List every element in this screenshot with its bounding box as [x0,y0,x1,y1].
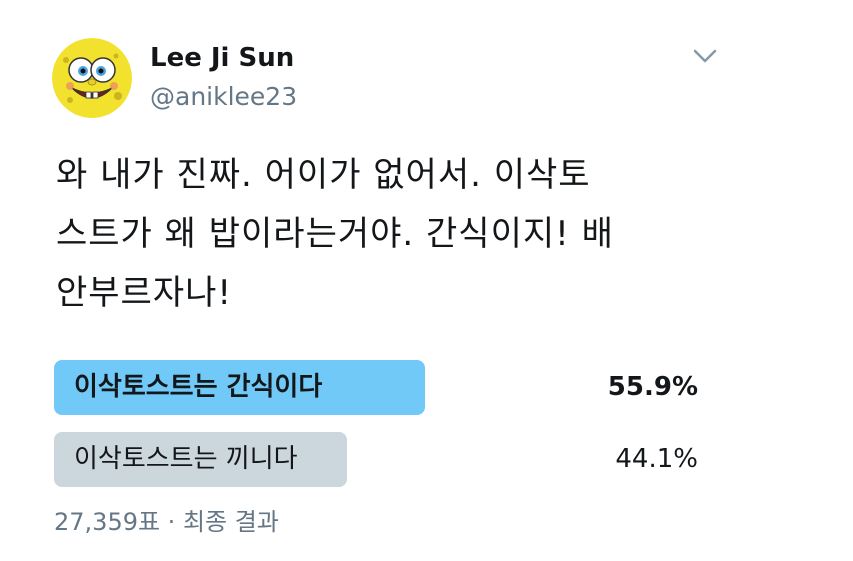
poll: 이삭토스트는 간식이다 55.9% 이삭토스트는 끼니다 44.1% [54,360,704,504]
spongebob-avatar-icon [52,38,132,118]
poll-option-label: 이삭토스트는 끼니다 [74,444,298,474]
tweet-text-line: 스트가 왜 밥이라는거야. 간식이지! 배 [56,214,614,254]
author-handle[interactable]: @aniklee23 [150,82,297,112]
avatar[interactable] [52,38,132,118]
tweet-menu-button[interactable] [690,44,720,68]
poll-option-percent: 55.9% [607,372,698,402]
poll-option: 이삭토스트는 간식이다 55.9% [54,360,704,415]
tweet-card: Lee Ji Sun @aniklee23 와 내가 진짜. 어이가 없어서. … [0,0,853,561]
tweet-text-line: 안부르자나! [56,273,233,313]
author-name[interactable]: Lee Ji Sun [150,42,294,74]
tweet-text: 와 내가 진짜. 어이가 없어서. 이삭토 스트가 왜 밥이라는거야. 간식이지… [56,146,756,323]
poll-footer: 27,359표 · 최종 결과 [54,508,279,536]
poll-option-percent: 44.1% [615,444,698,474]
tweet-text-line: 와 내가 진짜. 어이가 없어서. 이삭토 [56,155,591,195]
poll-option-label: 이삭토스트는 간식이다 [74,372,323,402]
poll-option: 이삭토스트는 끼니다 44.1% [54,432,704,487]
chevron-down-icon [693,49,717,63]
